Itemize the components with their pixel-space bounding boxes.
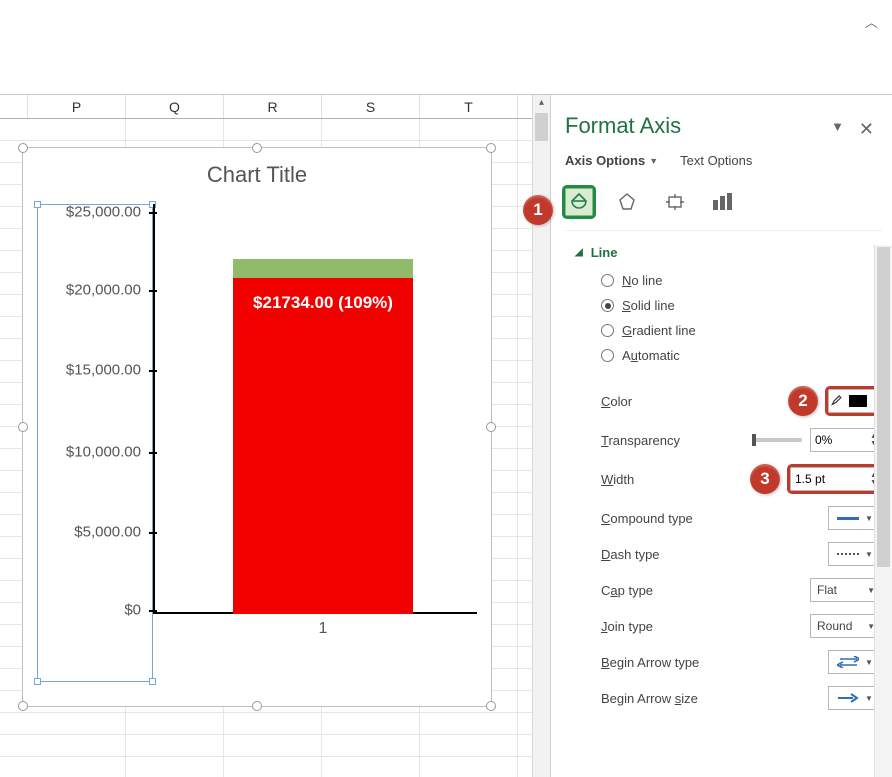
prop-compound-type: Compound type ▼ bbox=[575, 500, 882, 536]
chart-bar-series1[interactable] bbox=[233, 278, 413, 614]
width-value[interactable] bbox=[795, 472, 851, 486]
x-category-label: 1 bbox=[233, 620, 413, 638]
cap-type-value: Flat bbox=[817, 583, 837, 597]
y-tick-label: $15,000.00 bbox=[66, 362, 141, 379]
tab-text-options[interactable]: Text Options bbox=[680, 153, 752, 168]
prop-dash-type: Dash type ▼ bbox=[575, 536, 882, 572]
y-tick bbox=[149, 290, 157, 292]
chevron-down-icon: ▼ bbox=[649, 156, 658, 166]
col-header[interactable]: S bbox=[322, 95, 420, 118]
annotation-callout-1: 1 bbox=[523, 195, 553, 225]
prop-width: Width 3 ▲▼ bbox=[575, 458, 882, 500]
radio-label: No line bbox=[622, 273, 662, 288]
embedded-chart[interactable]: Chart Title $25,000.00 $20,000.00 $15,00… bbox=[22, 147, 492, 707]
section-title: Line bbox=[591, 245, 618, 260]
prop-transparency: Transparency ▲▼ bbox=[575, 422, 882, 458]
tab-axis-options[interactable]: Axis Options ▼ bbox=[565, 153, 658, 168]
annotation-callout-3: 3 bbox=[750, 464, 780, 494]
line-preview-icon bbox=[837, 517, 859, 520]
resize-handle[interactable] bbox=[252, 143, 262, 153]
pane-options-dropdown-icon[interactable]: ▼ bbox=[831, 119, 844, 134]
radio-icon bbox=[601, 274, 614, 287]
radio-icon bbox=[601, 324, 614, 337]
collapse-icon: ◢ bbox=[575, 247, 583, 258]
tab-label: Text Options bbox=[680, 153, 752, 168]
cap-type-select[interactable]: Flat ▼ bbox=[810, 578, 882, 602]
y-axis-labels: $25,000.00 $20,000.00 $15,000.00 $10,000… bbox=[37, 204, 147, 614]
col-header[interactable]: P bbox=[28, 95, 126, 118]
join-type-value: Round bbox=[817, 619, 852, 633]
y-tick-label: $5,000.00 bbox=[74, 524, 141, 541]
size-properties-icon[interactable] bbox=[661, 188, 689, 216]
y-tick bbox=[149, 452, 157, 454]
line-preview-icon bbox=[837, 553, 859, 555]
ribbon-collapse-icon[interactable]: ︿ bbox=[865, 12, 878, 31]
effects-icon[interactable] bbox=[613, 188, 641, 216]
radio-solid-line[interactable]: Solid line bbox=[575, 293, 882, 318]
chart-data-label[interactable]: $21734.00 (109%) bbox=[233, 292, 413, 314]
prop-cap-type: Cap type Flat ▼ bbox=[575, 572, 882, 608]
y-tick-label: $20,000.00 bbox=[66, 282, 141, 299]
radio-icon bbox=[601, 349, 614, 362]
annotation-callout-2: 2 bbox=[788, 386, 818, 416]
scroll-up-button[interactable]: ▴ bbox=[533, 95, 550, 113]
y-tick bbox=[149, 212, 157, 214]
row-header-gutter bbox=[0, 95, 28, 118]
radio-label: Gradient line bbox=[622, 323, 696, 338]
main-area: P Q R S T Chart Title bbox=[0, 95, 892, 777]
format-axis-pane: Format Axis ▼ ✕ Axis Options ▼ Text Opti… bbox=[550, 95, 892, 777]
axis-options-icon[interactable] bbox=[709, 188, 737, 216]
transparency-input[interactable]: ▲▼ bbox=[810, 428, 882, 452]
axis-sel-handle[interactable] bbox=[34, 678, 41, 685]
prop-join-type: Join type Round ▼ bbox=[575, 608, 882, 644]
pane-scrollbar[interactable] bbox=[874, 245, 892, 777]
slider-thumb[interactable] bbox=[752, 434, 756, 446]
resize-handle[interactable] bbox=[18, 701, 28, 711]
radio-label: Automatic bbox=[622, 348, 680, 363]
tab-label: Axis Options bbox=[565, 153, 645, 168]
prop-color: Color 2 ▼ bbox=[575, 380, 882, 422]
transparency-slider[interactable] bbox=[752, 438, 802, 442]
option-tabs: Axis Options ▼ Text Options bbox=[565, 153, 882, 168]
line-section: ◢ Line No line Solid line Gradient line … bbox=[565, 230, 882, 720]
chart-title[interactable]: Chart Title bbox=[23, 148, 491, 196]
plot-area[interactable]: $25,000.00 $20,000.00 $15,000.00 $10,000… bbox=[37, 204, 477, 682]
col-header[interactable]: R bbox=[224, 95, 322, 118]
ribbon-area: ︿ bbox=[0, 0, 892, 95]
resize-handle[interactable] bbox=[18, 143, 28, 153]
radio-automatic[interactable]: Automatic bbox=[575, 343, 882, 368]
width-input[interactable]: ▲▼ bbox=[790, 467, 882, 491]
section-header-line[interactable]: ◢ Line bbox=[575, 237, 882, 268]
scroll-thumb[interactable] bbox=[535, 113, 548, 141]
join-type-select[interactable]: Round ▼ bbox=[810, 614, 882, 638]
prop-begin-arrow-size: Begin Arrow size ▼ bbox=[575, 680, 882, 716]
fill-line-icon[interactable] bbox=[565, 188, 593, 216]
axis-sel-handle[interactable] bbox=[149, 678, 156, 685]
y-axis-line bbox=[153, 204, 155, 614]
col-header[interactable]: T bbox=[420, 95, 518, 118]
transparency-value[interactable] bbox=[815, 433, 855, 447]
column-headers: P Q R S T bbox=[0, 95, 550, 119]
resize-handle[interactable] bbox=[486, 422, 496, 432]
pane-scroll-thumb[interactable] bbox=[877, 247, 890, 567]
radio-gradient-line[interactable]: Gradient line bbox=[575, 318, 882, 343]
worksheet[interactable]: P Q R S T Chart Title bbox=[0, 95, 550, 777]
color-swatch bbox=[849, 395, 868, 407]
y-tick-label: $0 bbox=[124, 601, 141, 618]
radio-icon bbox=[601, 299, 614, 312]
y-tick bbox=[149, 532, 157, 534]
pane-close-icon[interactable]: ✕ bbox=[859, 119, 874, 140]
category-icon-row bbox=[565, 182, 882, 230]
resize-handle[interactable] bbox=[18, 422, 28, 432]
y-tick-label: $10,000.00 bbox=[66, 444, 141, 461]
resize-handle[interactable] bbox=[252, 701, 262, 711]
radio-no-line[interactable]: No line bbox=[575, 268, 882, 293]
prop-begin-arrow-type: Begin Arrow type ▼ bbox=[575, 644, 882, 680]
y-tick-label: $25,000.00 bbox=[66, 204, 141, 221]
resize-handle[interactable] bbox=[486, 701, 496, 711]
resize-handle[interactable] bbox=[486, 143, 496, 153]
col-header[interactable]: Q bbox=[126, 95, 224, 118]
y-tick bbox=[149, 370, 157, 372]
radio-label: Solid line bbox=[622, 298, 675, 313]
